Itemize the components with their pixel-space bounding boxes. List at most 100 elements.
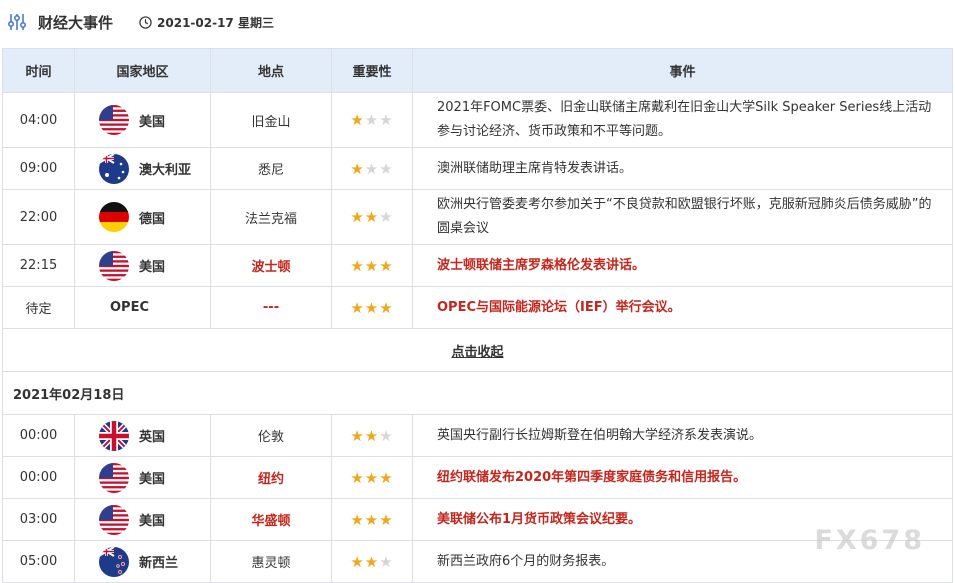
col-header-time: 时间	[2, 48, 75, 93]
star-filled-icon: ★	[364, 208, 380, 226]
importance-cell: ★★★	[331, 189, 413, 245]
importance-cell: ★★★	[331, 147, 413, 190]
star-filled-icon: ★	[364, 298, 380, 317]
star-empty-icon: ★	[379, 552, 394, 571]
place-cell: 法兰克福	[210, 189, 332, 245]
col-header-country: 国家地区	[74, 48, 211, 93]
time-cell: 05:00	[2, 540, 75, 583]
country-name: 美国	[139, 514, 166, 529]
date-separator-row: 2021年02月18日	[2, 371, 953, 415]
star-filled-icon: ★	[364, 256, 380, 275]
star-empty-icon: ★	[364, 111, 380, 129]
flag-nz-icon	[99, 546, 129, 577]
col-header-importance: 重要性	[331, 48, 413, 93]
flag-us-icon	[99, 250, 129, 281]
country-name: 新西兰	[139, 556, 179, 571]
event-cell: 英国央行副行长拉姆斯登在伯明翰大学经济系发表演说。	[412, 414, 953, 457]
day2-date: 2021年02月18日	[2, 371, 953, 415]
importance-cell: ★★★	[331, 414, 413, 457]
country-name: 美国	[139, 260, 166, 275]
place-cell: 旧金山	[210, 92, 332, 148]
place-cell: ---	[210, 286, 332, 329]
events-table: 时间 国家地区 地点 重要性 事件 04:00 美国 旧金山 ★★★ 2021年FOMC…	[2, 48, 953, 583]
country-cell: 澳大利亚	[74, 147, 211, 190]
country-name: 德国	[139, 211, 166, 227]
day1-events: 04:00 美国 旧金山 ★★★ 2021年FOMC票委、旧金山联储主席戴利在旧金山大学…	[2, 92, 953, 329]
table-row: 09:00 澳大利亚 悉尼 ★★★ 澳洲联储助理主席肯特发表讲话。	[2, 147, 953, 190]
country-cell: 美国	[74, 498, 211, 541]
table-row: 22:15 美国 波士顿 ★★★ 波士顿联储主席罗森格伦发表讲话。	[2, 244, 953, 287]
country-cell: 美国	[74, 456, 211, 499]
event-cell: 欧洲央行管委麦考尔参加关于“不良贷款和欧盟银行坏账，克服新冠肺炎后债务威胁”的圆…	[412, 189, 953, 245]
star-filled-icon: ★	[350, 552, 365, 571]
importance-cell: ★★★	[331, 286, 413, 329]
watermark: FX678	[814, 525, 925, 556]
time-cell: 09:00	[2, 147, 75, 190]
flag-us-icon	[99, 504, 129, 535]
col-header-place: 地点	[210, 48, 332, 93]
place-cell: 华盛顿	[210, 498, 332, 541]
equalizer-icon	[7, 14, 27, 30]
place-cell: 伦敦	[210, 414, 332, 457]
time-cell: 22:00	[2, 189, 75, 245]
importance-cell: ★★★	[331, 244, 413, 287]
flag-uk-icon	[99, 420, 129, 451]
place-cell: 惠灵顿	[210, 540, 332, 583]
table-row: 03:00 美国 华盛顿 ★★★ 美联储公布1月货币政策会议纪要。	[2, 498, 953, 541]
collapse-link[interactable]: 点击收起	[451, 345, 503, 360]
time-cell: 04:00	[2, 92, 75, 148]
time-cell: 03:00	[2, 498, 75, 541]
header-date: 2021-02-17 星期三	[139, 14, 274, 31]
star-empty-icon: ★	[379, 208, 394, 226]
toggle-row: 点击收起	[2, 328, 953, 372]
page-title: 财经大事件	[38, 13, 114, 32]
place-cell: 悉尼	[210, 147, 332, 190]
clock-icon	[139, 15, 152, 29]
table-row: 04:00 美国 旧金山 ★★★ 2021年FOMC票委、旧金山联储主席戴利在旧金山大学…	[2, 92, 953, 148]
star-empty-icon: ★	[379, 426, 394, 445]
importance-cell: ★★★	[331, 498, 413, 541]
star-empty-icon: ★	[364, 159, 380, 178]
star-filled-icon: ★	[364, 552, 380, 571]
star-filled-icon: ★	[379, 510, 394, 529]
star-filled-icon: ★	[364, 468, 380, 487]
country-cell: 德国	[74, 189, 211, 245]
star-filled-icon: ★	[350, 510, 365, 529]
country-name: 美国	[139, 472, 166, 487]
table-row: 05:00 新西兰 惠灵顿 ★★★ 新西兰政府6个月的财务报表。	[2, 540, 953, 583]
time-cell: 22:15	[2, 244, 75, 287]
country-cell: 美国	[74, 244, 211, 287]
place-cell: 纽约	[210, 456, 332, 499]
table-row: 待定 OPEC --- ★★★ OPEC与国际能源论坛（IEF）举行会议。	[2, 286, 953, 329]
country-name: 澳大利亚	[139, 163, 192, 178]
star-filled-icon: ★	[379, 298, 394, 317]
country-cell: 美国	[74, 92, 211, 148]
event-cell: 澳洲联储助理主席肯特发表讲话。	[412, 147, 953, 190]
star-filled-icon: ★	[350, 426, 365, 445]
country-name: OPEC	[110, 300, 149, 315]
star-filled-icon: ★	[350, 208, 365, 226]
star-filled-icon: ★	[350, 111, 365, 129]
country-cell: OPEC	[74, 286, 211, 329]
star-filled-icon: ★	[350, 256, 365, 275]
star-filled-icon: ★	[350, 468, 365, 487]
importance-cell: ★★★	[331, 92, 413, 148]
time-cell: 00:00	[2, 414, 75, 457]
country-cell: 新西兰	[74, 540, 211, 583]
time-cell: 待定	[2, 286, 75, 329]
event-cell: OPEC与国际能源论坛（IEF）举行会议。	[412, 286, 953, 329]
star-filled-icon: ★	[350, 298, 365, 317]
event-cell: 纽约联储发布2020年第四季度家庭债务和信用报告。	[412, 456, 953, 499]
star-filled-icon: ★	[379, 256, 394, 275]
star-filled-icon: ★	[350, 159, 365, 178]
flag-us-icon	[99, 105, 129, 135]
table-row: 22:00 德国 法兰克福 ★★★ 欧洲央行管委麦考尔参加关于“不良贷款和欧盟银行坏账，…	[2, 189, 953, 245]
place-cell: 波士顿	[210, 244, 332, 287]
country-name: 美国	[139, 114, 166, 130]
time-cell: 00:00	[2, 456, 75, 499]
event-cell: 波士顿联储主席罗森格伦发表讲话。	[412, 244, 953, 287]
day2-events: 00:00 英国 伦敦 ★★★ 英国央行副行长拉姆斯登在伯明翰大学经济系发表演说。 00:…	[2, 414, 953, 583]
header: 财经大事件 2021-02-17 星期三	[0, 0, 955, 44]
star-empty-icon: ★	[379, 111, 394, 129]
importance-cell: ★★★	[331, 540, 413, 583]
